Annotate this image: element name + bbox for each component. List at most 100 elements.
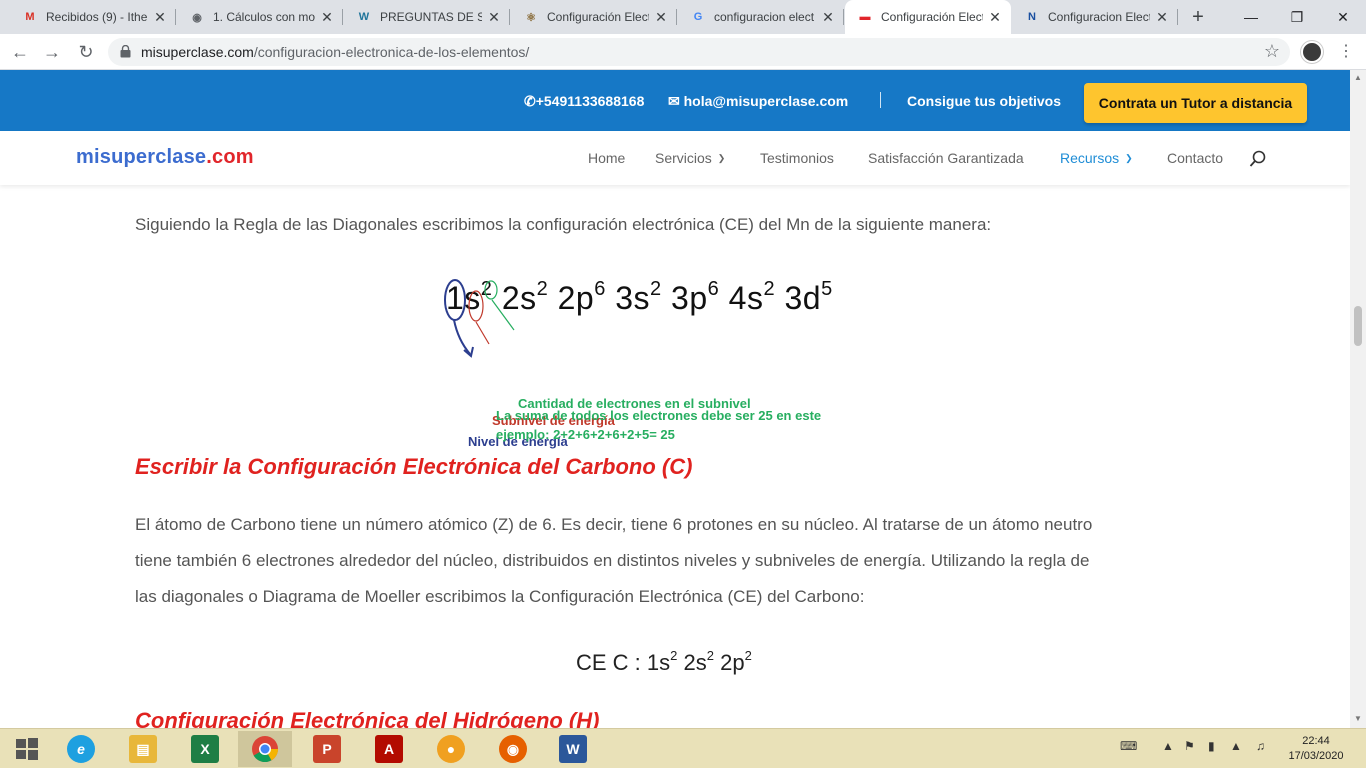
tab-title: PREGUNTAS DE SE: [380, 10, 482, 24]
bookmark-star-icon[interactable]: ☆: [1264, 41, 1280, 62]
close-tab-icon[interactable]: ✕: [319, 9, 335, 26]
orbital-term: 1s2: [646, 648, 678, 675]
orbital-term: 2s2: [683, 648, 714, 675]
orbital-base: 2s: [683, 650, 707, 675]
forward-icon[interactable]: →: [40, 40, 64, 64]
contratar-tutor-button[interactable]: Contrata un Tutor a distancia: [1084, 83, 1307, 123]
tab-strip: M Recibidos (9) - Ithe ✕ ◉ 1. Cálculos con m…: [0, 0, 1366, 34]
keyboard-icon[interactable]: ⌨: [1120, 739, 1137, 753]
heading-hidrogeno: Configuración Electrónica del Hidrógeno …: [135, 708, 600, 728]
windows-taskbar: e ▤ X P A ● ◉ W ⌨ ▲ ⚑ ▮ ▲ ♫ 22:44 17/03/…: [0, 728, 1366, 768]
nav-home[interactable]: Home: [588, 150, 625, 166]
url-text: misuperclase.com/configuracion-electroni…: [141, 44, 530, 60]
orbital-exponent: 2: [670, 648, 678, 663]
site-topbar: ✆+5491133688168 ✉ hola@misuperclase.com …: [0, 70, 1350, 131]
file-explorer-icon[interactable]: ▤: [116, 731, 170, 767]
search-icon[interactable]: [1249, 150, 1267, 168]
address-bar[interactable]: misuperclase.com/configuracion-electroni…: [108, 38, 1290, 66]
battery-icon[interactable]: ▮: [1208, 739, 1215, 753]
firefox-icon[interactable]: ◉: [486, 731, 540, 767]
misuperclase-icon: ▬: [859, 11, 871, 23]
tab-title: Configuración Elect: [881, 10, 983, 24]
scroll-down-icon[interactable]: ▼: [1354, 714, 1362, 723]
close-tab-icon[interactable]: ✕: [820, 9, 836, 26]
taskbar-clock[interactable]: 22:44 17/03/2020: [1286, 734, 1346, 764]
ce-carbono-formula: CE C : 1s2 2s2 2p2: [576, 648, 752, 676]
browser-tab[interactable]: Gconfiguracion elect ✕: [678, 0, 844, 34]
globe-icon: ◉: [192, 11, 202, 24]
page-scrollbar[interactable]: ▲ ▼: [1350, 70, 1366, 728]
word-icon[interactable]: W: [546, 731, 600, 767]
paragraph-carbono: El átomo de Carbono tiene un número atóm…: [135, 515, 1093, 606]
n-icon: N: [1028, 11, 1036, 23]
heading-carbono: Escribir la Configuración Electrónica de…: [135, 454, 693, 479]
nav-recursos[interactable]: Recursos ❯: [1060, 150, 1133, 166]
orbital-term: 2p2: [720, 648, 752, 675]
start-icon[interactable]: [0, 731, 54, 767]
close-window-icon[interactable]: ✕: [1320, 0, 1366, 34]
vpn-icon[interactable]: ●: [424, 731, 478, 767]
back-icon[interactable]: ←: [8, 40, 32, 64]
menu-kebab-icon[interactable]: ⋮: [1336, 41, 1356, 63]
web-page: ✆+5491133688168 ✉ hola@misuperclase.com …: [0, 70, 1350, 728]
sum-note-line2: ejemplo: 2+2+6+2+6+2+5= 25: [496, 427, 675, 442]
main-navigation: misuperclase.com Home Servicios ❯ Testimo…: [0, 131, 1350, 185]
browser-tab[interactable]: ⚛ Configuración Elect ✕: [511, 0, 677, 34]
close-tab-icon[interactable]: ✕: [653, 9, 669, 26]
lock-icon: [120, 45, 131, 58]
chrome-icon[interactable]: [238, 731, 292, 767]
minimize-icon[interactable]: —: [1228, 0, 1274, 34]
orbital-exponent: 2: [744, 648, 752, 663]
nav-contacto[interactable]: Contacto: [1167, 150, 1223, 166]
nav-testimonios[interactable]: Testimonios: [760, 150, 834, 166]
sum-note-line1: La suma de todos los electrones debe ser…: [496, 408, 822, 423]
chevron-down-icon: ❯: [717, 153, 726, 163]
tab-title: 1. Cálculos con mo: [213, 10, 315, 24]
acrobat-icon[interactable]: A: [362, 731, 416, 767]
nav-satisfaccion[interactable]: Satisfacción Garantizada: [868, 150, 1024, 166]
intro-paragraph: Siguiendo la Regla de las Diagonales esc…: [135, 215, 992, 234]
powerpoint-icon[interactable]: P: [300, 731, 354, 767]
email-link[interactable]: ✉ hola@misuperclase.com: [668, 93, 848, 110]
slogan-text: Consigue tus objetivos: [907, 93, 1062, 109]
chevron-down-icon: ❯: [1125, 153, 1133, 163]
network-icon[interactable]: ▲: [1230, 739, 1242, 753]
browser-toolbar: ← → ↻ misuperclase.com/configuracion-ele…: [0, 34, 1366, 70]
browser-tab[interactable]: ▬ Configuración Elect ✕: [845, 0, 1011, 34]
tab-title: Configuracion Elect: [1048, 10, 1150, 24]
close-tab-icon[interactable]: ✕: [152, 9, 168, 26]
restore-icon[interactable]: ❐: [1274, 0, 1320, 34]
volume-icon[interactable]: ♫: [1256, 739, 1265, 753]
formula-prefix: CE C :: [576, 650, 647, 675]
tab-title: configuracion elect: [714, 10, 815, 24]
close-tab-icon[interactable]: ✕: [987, 9, 1003, 26]
close-tab-icon[interactable]: ✕: [486, 9, 502, 26]
ie-icon[interactable]: e: [54, 731, 108, 767]
browser-tab[interactable]: W PREGUNTAS DE SE ✕: [344, 0, 510, 34]
browser-tab[interactable]: M Recibidos (9) - Ithe ✕: [10, 0, 176, 34]
wordpress-icon: W: [358, 11, 370, 23]
new-tab-button[interactable]: +: [1186, 6, 1210, 30]
orbital-exponent: 2: [706, 648, 714, 663]
profile-avatar[interactable]: [1301, 41, 1323, 63]
topbar-divider: [880, 92, 881, 108]
show-hidden-icons-icon[interactable]: ▲: [1162, 739, 1174, 753]
google-icon: G: [693, 11, 703, 23]
browser-tab[interactable]: N Configuracion Elect ✕: [1012, 0, 1178, 34]
gmail-icon: M: [25, 11, 35, 23]
nav-servicios[interactable]: Servicios ❯: [655, 150, 725, 166]
tab-title: Configuración Elect: [547, 10, 649, 24]
close-tab-icon[interactable]: ✕: [1154, 9, 1170, 26]
site-logo[interactable]: misuperclase.com: [76, 146, 254, 169]
scroll-up-icon[interactable]: ▲: [1354, 73, 1362, 82]
scroll-thumb[interactable]: [1354, 306, 1362, 346]
reload-icon[interactable]: ↻: [74, 40, 98, 64]
atom-icon: ⚛: [526, 11, 536, 24]
browser-tab[interactable]: ◉ 1. Cálculos con mo ✕: [177, 0, 343, 34]
excel-icon[interactable]: X: [178, 731, 232, 767]
phone-link[interactable]: ✆+5491133688168: [524, 93, 644, 110]
orbital-base: 2p: [720, 650, 745, 675]
orbital-base: 1s: [646, 650, 671, 675]
action-flag-icon[interactable]: ⚑: [1184, 739, 1195, 753]
tab-title: Recibidos (9) - Ithe: [46, 10, 148, 24]
